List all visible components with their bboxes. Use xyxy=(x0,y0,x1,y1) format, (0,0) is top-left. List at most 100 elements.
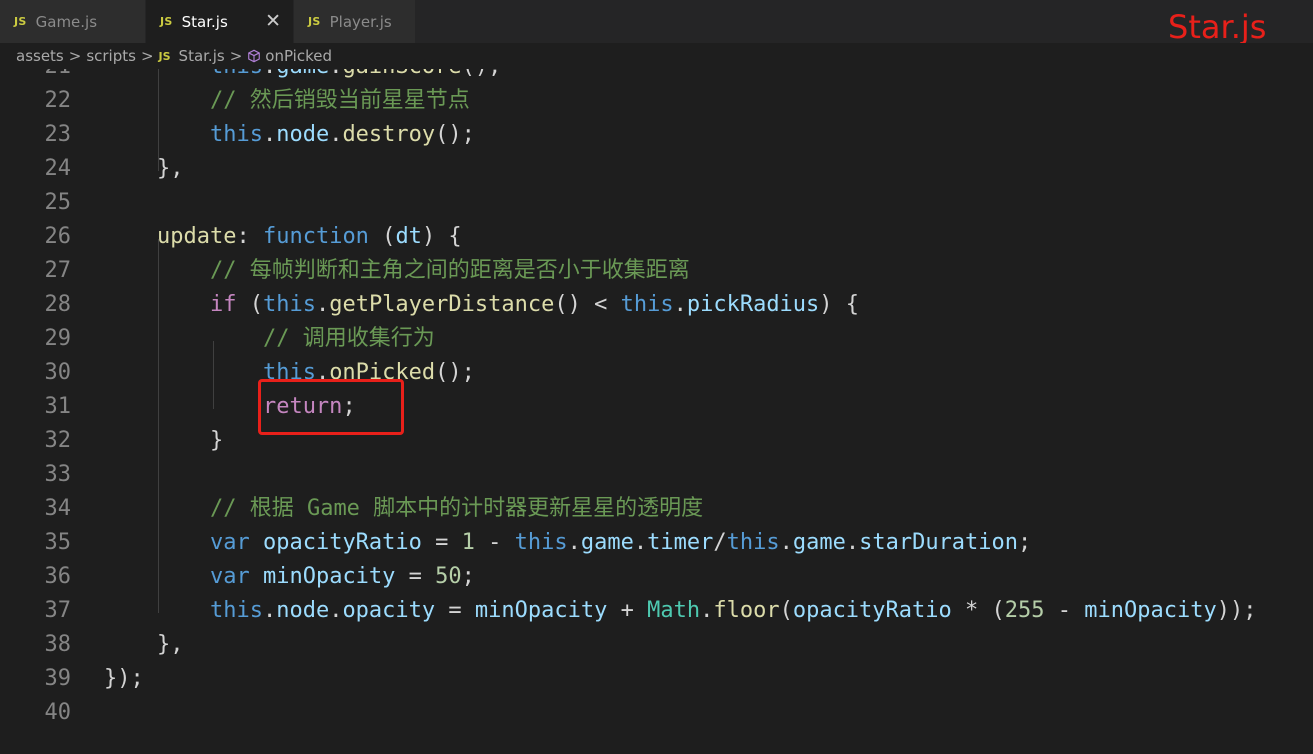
code-text: var opacityRatio = 1 - this.game.timer/t… xyxy=(104,526,1031,560)
code-text: this.node.destroy(); xyxy=(104,118,475,152)
code-token: game xyxy=(580,530,634,555)
code-token: destroy xyxy=(342,122,436,147)
code-line[interactable]: 25 xyxy=(0,186,1313,220)
code-line[interactable]: 27 // 每帧判断和主角之间的距离是否小于收集距离 xyxy=(0,254,1313,288)
code-token: / xyxy=(713,530,727,555)
code-token: minOpacity xyxy=(1084,598,1217,623)
code-token: . xyxy=(329,69,342,79)
code-token: 1 xyxy=(461,530,475,555)
code-line[interactable]: 21 this.game.gainScore(); xyxy=(0,69,1313,84)
code-line[interactable]: 35 var opacityRatio = 1 - this.game.time… xyxy=(0,526,1313,560)
breadcrumb-item-symbol[interactable]: onPicked xyxy=(265,47,332,65)
breadcrumb-item-assets[interactable]: assets xyxy=(16,47,64,65)
code-token: ) { xyxy=(819,292,860,317)
breadcrumb-item-scripts[interactable]: scripts xyxy=(86,47,136,65)
line-number: 24 xyxy=(44,156,72,181)
code-token: // 调用收集行为 xyxy=(262,326,435,351)
line-number: 32 xyxy=(44,428,72,453)
code-token: minOpacity xyxy=(474,598,608,623)
code-line[interactable]: 37 this.node.opacity = minOpacity + Math… xyxy=(0,594,1313,628)
code-line[interactable]: 39}); xyxy=(0,662,1313,696)
line-number: 26 xyxy=(44,224,72,249)
code-token: . xyxy=(845,530,860,555)
code-token: . xyxy=(263,69,276,79)
line-number: 30 xyxy=(44,360,72,385)
line-number: 25 xyxy=(44,190,72,215)
code-line[interactable]: 38 }, xyxy=(0,628,1313,662)
code-token: starDuration xyxy=(859,530,1019,555)
code-line[interactable]: 23 this.node.destroy(); xyxy=(0,118,1313,152)
code-token: // 然后销毁当前星星节点 xyxy=(209,88,470,113)
code-token: game xyxy=(792,530,846,555)
code-token: . xyxy=(329,598,343,623)
code-text: // 然后销毁当前星星节点 xyxy=(104,84,470,118)
code-line[interactable]: 32 } xyxy=(0,424,1313,458)
code-token: . xyxy=(673,292,687,317)
code-text: } xyxy=(104,424,223,458)
code-line[interactable]: 34 // 根据 Game 脚本中的计时器更新星星的透明度 xyxy=(0,492,1313,526)
code-token: - xyxy=(474,530,515,555)
code-token: var xyxy=(209,530,250,555)
code-token: }, xyxy=(104,632,184,657)
line-number: 39 xyxy=(44,666,72,691)
code-token: . xyxy=(779,530,793,555)
code-token: var xyxy=(209,564,250,589)
js-file-icon: JS xyxy=(308,15,321,28)
js-file-icon: JS xyxy=(160,15,173,28)
code-line[interactable]: 28 if (this.getPlayerDistance() < this.p… xyxy=(0,288,1313,322)
line-number: 31 xyxy=(44,394,72,419)
code-token: this xyxy=(620,292,674,317)
close-icon[interactable]: ✕ xyxy=(265,10,281,32)
code-token: (); xyxy=(435,360,475,385)
code-token: node xyxy=(276,122,330,147)
line-number: 33 xyxy=(44,462,72,487)
code-token: ; xyxy=(1018,530,1032,555)
tab-game-js[interactable]: JS Game.js xyxy=(0,0,146,43)
line-number: 37 xyxy=(44,598,72,623)
code-token: minOpacity xyxy=(262,564,396,589)
code-token: = xyxy=(435,598,475,623)
code-token: pickRadius xyxy=(686,292,820,317)
code-token: timer xyxy=(647,530,714,555)
breadcrumb-item-file[interactable]: Star.js xyxy=(179,47,225,65)
code-line[interactable]: 36 var minOpacity = 50; xyxy=(0,560,1313,594)
code-token: 255 xyxy=(1004,598,1045,623)
code-token: (); xyxy=(435,122,475,147)
line-number: 27 xyxy=(44,258,72,283)
code-token: . xyxy=(315,292,330,317)
code-line[interactable]: 31 return; xyxy=(0,390,1313,424)
code-line[interactable]: 29 // 调用收集行为 xyxy=(0,322,1313,356)
code-token: this xyxy=(726,530,780,555)
tab-player-js[interactable]: JS Player.js xyxy=(294,0,416,43)
line-number: 38 xyxy=(44,632,72,657)
code-token: = xyxy=(421,530,462,555)
code-text: }, xyxy=(104,628,184,662)
line-number: 28 xyxy=(44,292,72,317)
line-number: 29 xyxy=(44,326,72,351)
code-line[interactable]: 40 xyxy=(0,696,1313,730)
code-line[interactable]: 24 }, xyxy=(0,152,1313,186)
code-line[interactable]: 26 update: function (dt) { xyxy=(0,220,1313,254)
code-line[interactable]: 22 // 然后销毁当前星星节点 xyxy=(0,84,1313,118)
line-number: 21 xyxy=(0,69,72,84)
code-token: dt xyxy=(395,224,422,249)
code-line[interactable]: 30 this.onPicked(); xyxy=(0,356,1313,390)
code-token: . xyxy=(700,598,714,623)
code-token: getPlayerDistance xyxy=(329,292,555,317)
line-number: 35 xyxy=(44,530,72,555)
code-token: = xyxy=(395,564,436,589)
tab-star-js[interactable]: JS Star.js ✕ xyxy=(146,0,294,43)
code-editor[interactable]: 21 this.game.gainScore();22 // 然后销毁当前星星节… xyxy=(0,69,1313,754)
code-token: (); xyxy=(462,69,502,79)
breadcrumb: assets > scripts > JS Star.js > onPicked xyxy=(0,43,1313,69)
code-token: }); xyxy=(104,666,144,691)
code-line[interactable]: 33 xyxy=(0,458,1313,492)
code-token: floor xyxy=(713,598,780,623)
js-file-icon: JS xyxy=(158,49,171,63)
code-text: }); xyxy=(104,662,144,696)
